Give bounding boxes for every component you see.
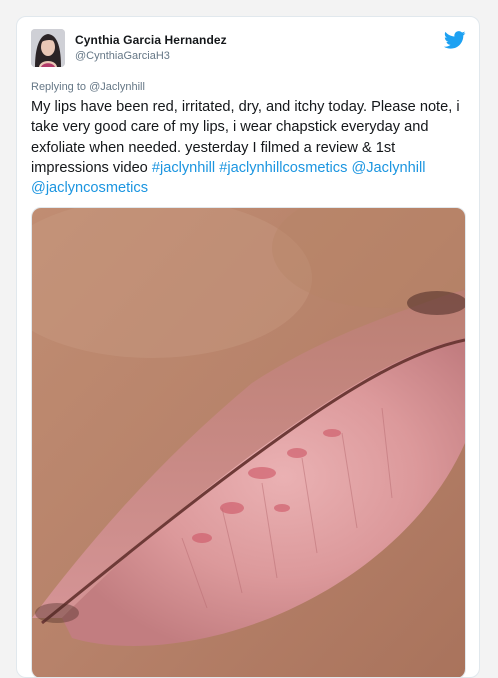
- mention-link[interactable]: @Jaclynhill: [351, 160, 425, 176]
- author-handle[interactable]: @CynthiaGarciaH3: [75, 50, 170, 62]
- replying-label: Replying to: [31, 81, 87, 93]
- hashtag-link[interactable]: #jaclynhill: [152, 160, 215, 176]
- tweet-card[interactable]: Cynthia Garcia Hernandez @CynthiaGarciaH…: [16, 16, 480, 678]
- tweet-photo[interactable]: [31, 207, 466, 677]
- tweet-text: My lips have been red, irritated, dry, a…: [31, 97, 471, 198]
- user-avatar[interactable]: [31, 29, 65, 67]
- replying-to: Replying to @Jaclynhill: [31, 81, 145, 93]
- twitter-bird-icon[interactable]: [444, 31, 466, 49]
- author-name[interactable]: Cynthia Garcia Hernandez: [75, 33, 227, 47]
- mention-link[interactable]: @jaclyncosmetics: [31, 180, 148, 196]
- lips-photo: [32, 208, 465, 677]
- hashtag-link[interactable]: #jaclynhillcosmetics: [219, 160, 347, 176]
- replying-handle-link[interactable]: @Jaclynhill: [89, 81, 145, 93]
